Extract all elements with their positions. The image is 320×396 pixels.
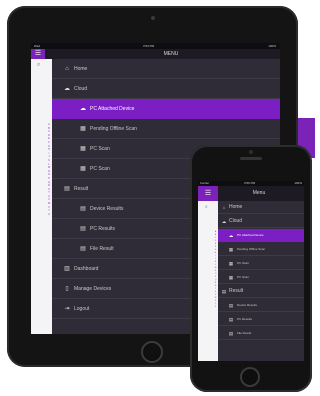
menu-item-label: PC Attached Device bbox=[90, 106, 135, 112]
menu-item[interactable]: ▤ PC Results bbox=[218, 313, 304, 326]
phone-device: Carrier 3:56 PM 100% ☰ Menu ⌕ ABCDEFGHIJ… bbox=[190, 145, 312, 392]
result-icon: ▤ bbox=[228, 317, 234, 322]
menu-item-label: Pending Offline Scan bbox=[90, 126, 137, 132]
result-icon: ▤ bbox=[221, 289, 227, 294]
scan-icon: ▦ bbox=[80, 146, 86, 152]
home-button[interactable] bbox=[240, 367, 260, 387]
menu-item-label: File Result bbox=[237, 331, 252, 335]
cloud-icon: ☁ bbox=[64, 86, 70, 92]
menu-item-label: PC Scan bbox=[90, 146, 110, 152]
scan-icon: ▦ bbox=[228, 261, 234, 266]
menu-item[interactable]: ▦ PC Scan bbox=[218, 257, 304, 270]
result-icon: ▤ bbox=[80, 226, 86, 232]
list-pane: ⌕ ABCDEFGHIJKLMNOPQRSTUVWXYZ bbox=[31, 59, 52, 334]
home-button[interactable] bbox=[141, 341, 163, 363]
scan-icon: ▦ bbox=[80, 126, 86, 132]
menu-item-label: Manage Devices bbox=[74, 286, 112, 292]
search-icon[interactable]: ⌕ bbox=[37, 62, 40, 69]
result-icon: ▤ bbox=[64, 186, 70, 192]
search-icon[interactable]: ⌕ bbox=[205, 204, 208, 210]
phone-screen: Carrier 3:56 PM 100% ☰ Menu ⌕ ABCDEFGHIJ… bbox=[198, 181, 304, 361]
scan-icon: ▦ bbox=[80, 166, 86, 172]
page-title: Menu bbox=[252, 190, 266, 196]
menu-item-label: PC Results bbox=[90, 226, 116, 232]
menu-item-label: PC Attached Device bbox=[237, 233, 264, 237]
menu-item[interactable]: ☁ PC Attached Device bbox=[52, 99, 280, 119]
phone-camera bbox=[249, 150, 253, 154]
menu-item-label: PC Results bbox=[237, 317, 253, 321]
cloud-icon: ☁ bbox=[228, 233, 234, 238]
menu-item[interactable]: ☁ PC Attached Device bbox=[218, 229, 304, 242]
menu-item[interactable]: ▤ Result bbox=[218, 285, 304, 298]
hamburger-icon[interactable]: ☰ bbox=[31, 49, 45, 59]
menu-item-label: Home bbox=[229, 204, 243, 210]
menu-item[interactable]: ⌂ Home bbox=[52, 59, 280, 79]
menu-item[interactable]: ▦ Pending Offline Scan bbox=[52, 119, 280, 139]
page-title: MENU bbox=[163, 51, 179, 57]
menu-item-label: PC Scan bbox=[237, 261, 249, 265]
home-icon: ⌂ bbox=[65, 66, 69, 72]
menu-item[interactable]: ▦ Pending Offline Scan bbox=[218, 243, 304, 256]
phone-speaker bbox=[240, 157, 262, 160]
menu-item-label: PC Scan bbox=[237, 275, 249, 279]
menu-item-label: Logout bbox=[74, 306, 90, 312]
menu-item[interactable]: ☁ Cloud bbox=[218, 215, 304, 228]
menu-item-label: PC Scan bbox=[90, 166, 110, 172]
menu-item-label: File Result bbox=[90, 246, 114, 252]
menu-item[interactable]: ▤ Device Results bbox=[218, 299, 304, 312]
menu-item[interactable]: ▦ PC Scan bbox=[218, 271, 304, 284]
navigation-drawer: ⌂ Home ☁ Cloud ☁ PC Attached Device ▦ Pending O… bbox=[218, 201, 304, 361]
hamburger-icon[interactable]: ☰ bbox=[198, 186, 218, 201]
menu-item[interactable]: ▤ File Result bbox=[218, 327, 304, 340]
home-icon: ⌂ bbox=[222, 205, 226, 210]
app-bar: ☰ Menu bbox=[198, 186, 304, 201]
menu-item-label: Result bbox=[74, 186, 89, 192]
menu-item-label: Pending Offline Scan bbox=[237, 247, 266, 251]
tablet-camera bbox=[151, 16, 155, 20]
menu-item-label: Device Results bbox=[90, 206, 124, 212]
logout-icon: ⇥ bbox=[64, 306, 70, 312]
menu-item-label: Cloud bbox=[74, 86, 88, 92]
cloud-icon: ☁ bbox=[221, 219, 227, 224]
dashboard-icon: ▥ bbox=[64, 266, 70, 272]
menu-item-label: Home bbox=[74, 66, 88, 72]
menu-item[interactable]: ☁ Cloud bbox=[52, 79, 280, 99]
app-bar: ☰ MENU bbox=[31, 49, 280, 59]
menu-item-label: Cloud bbox=[229, 218, 243, 224]
menu-item-label: Device Results bbox=[237, 303, 258, 307]
cloud-icon: ☁ bbox=[80, 106, 86, 112]
result-icon: ▤ bbox=[80, 206, 86, 212]
result-icon: ▤ bbox=[80, 246, 86, 252]
menu-item[interactable]: ⌂ Home bbox=[218, 201, 304, 214]
scan-icon: ▦ bbox=[228, 275, 234, 280]
scan-icon: ▦ bbox=[228, 247, 234, 252]
result-icon: ▤ bbox=[228, 331, 234, 336]
result-icon: ▤ bbox=[228, 303, 234, 308]
list-pane: ⌕ ABCDEFGHIJKLMNOPQRSTUVWXYZ bbox=[198, 201, 218, 361]
menu-item-label: Result bbox=[229, 288, 244, 294]
devices-icon: ▯ bbox=[65, 286, 69, 292]
menu-item-label: Dashboard bbox=[74, 266, 99, 272]
